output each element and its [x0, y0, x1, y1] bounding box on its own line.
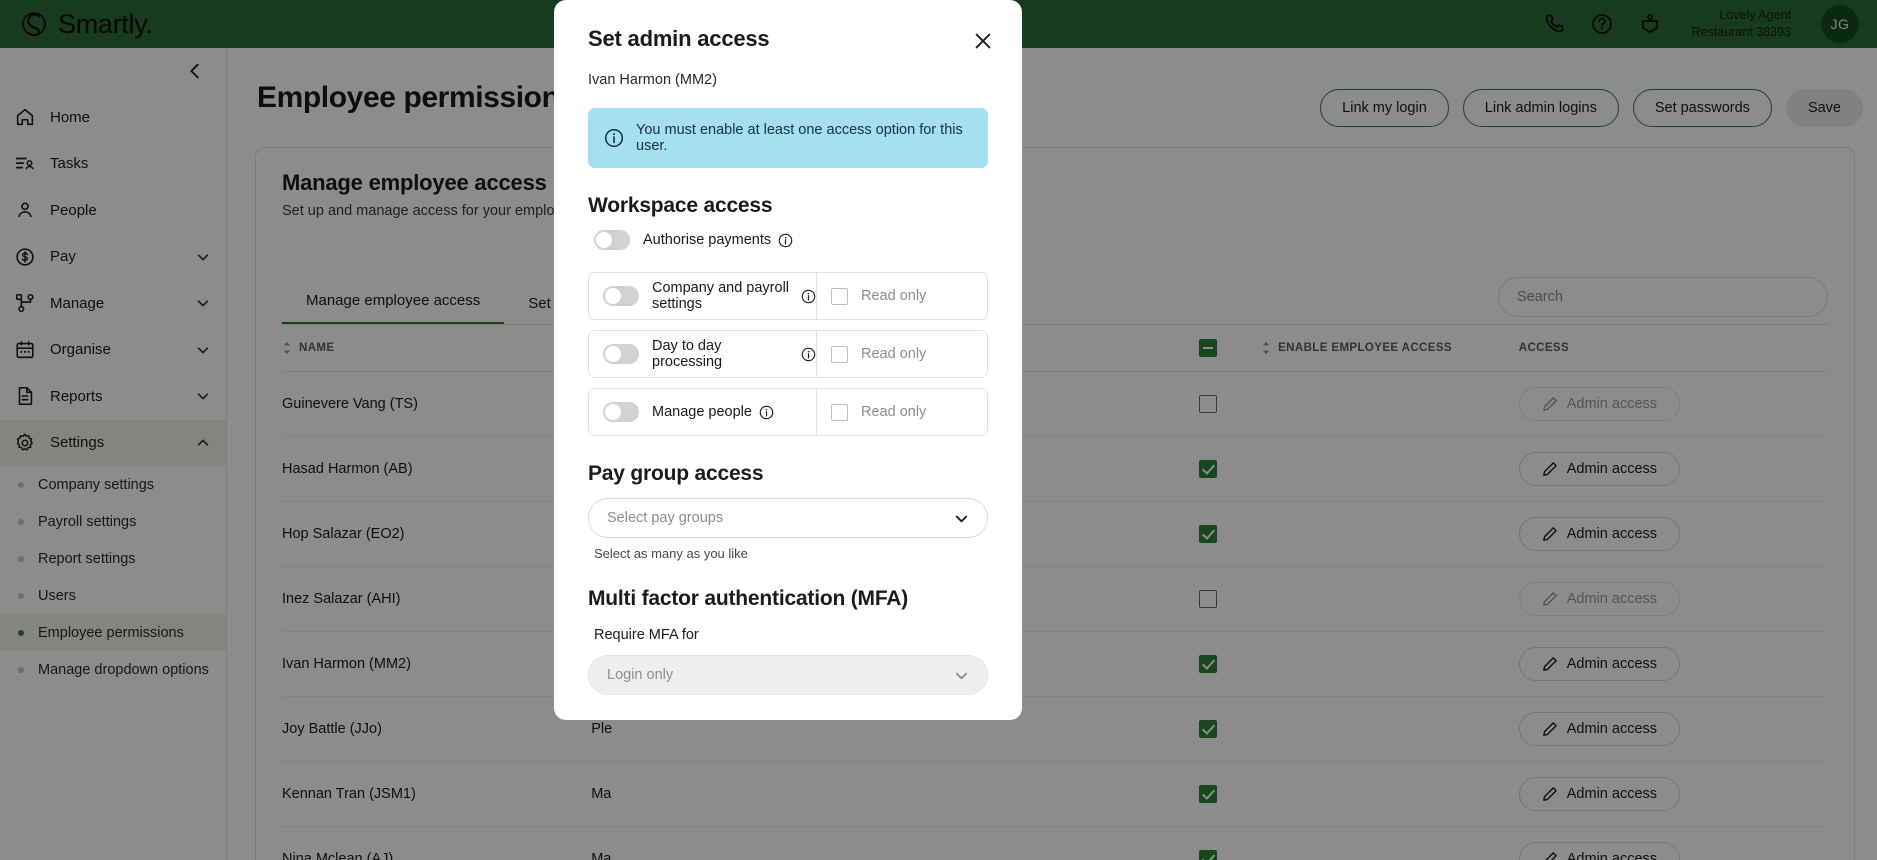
day-to-day-processing-toggle[interactable] — [603, 344, 639, 364]
permission-toggle-group: Company and payroll settings — [589, 273, 817, 319]
info-alert: You must enable at least one access opti… — [588, 108, 988, 168]
permission-label: Manage people — [652, 404, 752, 420]
permission-label-group: Manage people — [652, 404, 774, 420]
read-only-label: Read only — [861, 288, 927, 304]
pay-groups-hint: Select as many as you like — [594, 546, 748, 561]
modal-user-name: Ivan Harmon (MM2) — [588, 72, 717, 88]
permission-label: Day to day processing — [652, 338, 723, 370]
permission-toggle-group: Manage people — [589, 389, 817, 435]
close-icon[interactable] — [972, 30, 994, 52]
permission-toggle-group: Day to day processing — [589, 331, 817, 377]
read-only-checkbox[interactable] — [831, 345, 848, 363]
permission-row-day-to-day-processing: Day to day processing Read only — [588, 330, 988, 378]
modal-title: Set admin access — [588, 26, 770, 51]
permission-row-company-and-payroll-settings: Company and payroll settings Read only — [588, 272, 988, 320]
permission-label-group: Company and payroll settings — [652, 280, 816, 312]
mfa-select[interactable]: Login only — [588, 655, 988, 695]
manage-people-toggle[interactable] — [603, 402, 639, 422]
chevron-down-icon — [955, 515, 968, 522]
workspace-access-heading: Workspace access — [588, 194, 773, 217]
permission-label: Company and payroll settings — [652, 280, 790, 312]
company-and-payroll-settings-toggle[interactable] — [603, 286, 639, 306]
permission-label-group: Day to day processing — [652, 338, 816, 370]
app-root: Smartly. Lovely Agent Restaurant 38393 J… — [0, 0, 1877, 860]
chevron-down-icon — [955, 672, 968, 679]
info-icon[interactable] — [759, 405, 774, 420]
mfa-heading: Multi factor authentication (MFA) — [588, 587, 909, 610]
set-admin-access-modal: Set admin access Ivan Harmon (MM2) You m… — [554, 0, 1022, 720]
pay-groups-placeholder: Select pay groups — [607, 510, 724, 526]
info-icon[interactable] — [801, 289, 816, 304]
info-icon — [604, 128, 624, 148]
read-only-group: Read only — [817, 331, 987, 377]
mfa-selected-value: Login only — [607, 667, 674, 683]
read-only-checkbox[interactable] — [831, 403, 848, 421]
authorise-payments-toggle[interactable] — [594, 230, 630, 250]
info-icon[interactable] — [778, 233, 793, 248]
mfa-field-label: Require MFA for — [594, 627, 699, 643]
authorise-payments-row: Authorise payments — [588, 218, 988, 262]
read-only-checkbox[interactable] — [831, 287, 848, 305]
read-only-group: Read only — [817, 273, 987, 319]
pay-groups-select[interactable]: Select pay groups — [588, 498, 988, 538]
read-only-label: Read only — [861, 404, 927, 420]
info-alert-text: You must enable at least one access opti… — [636, 122, 963, 154]
pay-group-access-heading: Pay group access — [588, 462, 764, 485]
authorise-payments-label: Authorise payments — [643, 232, 772, 248]
authorise-payments-label-group: Authorise payments — [643, 232, 793, 248]
permission-row-manage-people: Manage people Read only — [588, 388, 988, 436]
read-only-group: Read only — [817, 389, 987, 435]
read-only-label: Read only — [861, 346, 927, 362]
info-icon[interactable] — [801, 347, 816, 362]
